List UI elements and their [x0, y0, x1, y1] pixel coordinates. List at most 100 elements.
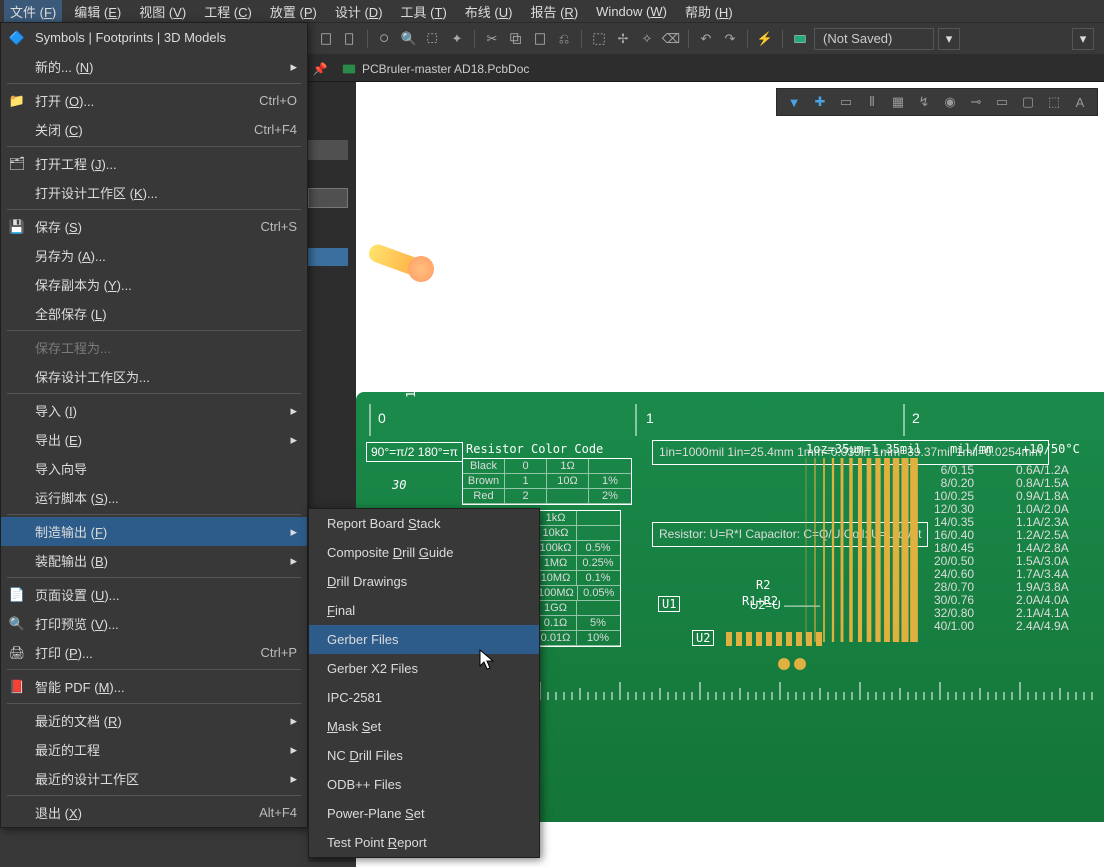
- menu-h[interactable]: 帮助 (H): [679, 0, 739, 23]
- cut-icon[interactable]: ✂: [482, 29, 502, 49]
- file-menu-item[interactable]: 关闭 (C)Ctrl+F4: [1, 115, 307, 144]
- file-menu-item[interactable]: 💾保存 (S)Ctrl+S: [1, 212, 307, 241]
- submenu-item[interactable]: Power-Plane Set: [309, 799, 539, 828]
- submenu-arrow-icon: ▸: [290, 742, 297, 758]
- submenu-arrow-icon: ▸: [290, 553, 297, 569]
- grid-icon[interactable]: ▦: [889, 93, 907, 111]
- file-menu-item[interactable]: 最近的设计工作区▸: [1, 764, 307, 793]
- file-menu-item[interactable]: 保存设计工作区为...: [1, 362, 307, 391]
- file-menu-item[interactable]: 打开设计工作区 (K)...: [1, 178, 307, 207]
- submenu-arrow-icon: ▸: [290, 713, 297, 729]
- file-menu-item: 保存工程为...: [1, 333, 307, 362]
- file-menu-item[interactable]: 装配输出 (B) ▸: [1, 546, 307, 575]
- paste-icon[interactable]: [530, 29, 550, 49]
- file-menu-item[interactable]: 最近的文档 (R)▸: [1, 706, 307, 735]
- file-menu-item[interactable]: 🔷Symbols | Footprints | 3D Models: [1, 23, 307, 52]
- file-menu-item[interactable]: 最近的工程▸: [1, 735, 307, 764]
- rect-icon[interactable]: ▢: [1019, 93, 1037, 111]
- menu-p[interactable]: 放置 (P): [264, 0, 323, 23]
- align-icon[interactable]: ▭: [837, 93, 855, 111]
- zoom-fit-icon[interactable]: [375, 29, 395, 49]
- shortcut: Ctrl+F4: [254, 122, 297, 137]
- submenu-item[interactable]: ODB++ Files: [309, 770, 539, 799]
- run-icon[interactable]: ⚡: [755, 29, 775, 49]
- toolbar-overflow-icon[interactable]: ▾: [1072, 28, 1094, 50]
- menu-d[interactable]: 设计 (D): [329, 0, 389, 23]
- menu-t[interactable]: 工具 (T): [395, 0, 453, 23]
- shortcut: Ctrl+O: [259, 93, 297, 108]
- menu-v[interactable]: 视图 (V): [133, 0, 192, 23]
- file-menu-item[interactable]: 运行脚本 (S)...: [1, 483, 307, 512]
- submenu-item[interactable]: Mask Set: [309, 712, 539, 741]
- active-project-dropdown[interactable]: (Not Saved): [814, 28, 934, 50]
- layer-icon[interactable]: [790, 29, 810, 49]
- file-menu-item[interactable]: 制造输出 (F)▸: [1, 517, 307, 546]
- undo-icon[interactable]: ↶: [696, 29, 716, 49]
- menu-item-label: 装配输出 (B): [35, 551, 108, 570]
- filter-icon[interactable]: ▼: [785, 93, 803, 111]
- submenu-item[interactable]: Final: [309, 596, 539, 625]
- select-rect-icon[interactable]: [589, 29, 609, 49]
- menu-f[interactable]: 文件 (F): [4, 0, 62, 23]
- project-dropdown-arrow-icon[interactable]: ▾: [938, 28, 960, 50]
- menu-item-label: 退出 (X): [35, 803, 82, 822]
- tab-pinned[interactable]: 📌: [310, 54, 330, 81]
- cross-icon[interactable]: ✚: [811, 93, 829, 111]
- file-menu-item[interactable]: 另存为 (A)...: [1, 241, 307, 270]
- submenu-item[interactable]: Gerber Files: [309, 625, 539, 654]
- submenu-item[interactable]: Report Board Stack: [309, 509, 539, 538]
- submenu-item[interactable]: Composite Drill Guide: [309, 538, 539, 567]
- redo-icon[interactable]: ↷: [720, 29, 740, 49]
- submenu-item[interactable]: IPC-2581: [309, 683, 539, 712]
- zoom-in-icon[interactable]: 🔍: [399, 29, 419, 49]
- deselect-icon[interactable]: ✧: [637, 29, 657, 49]
- submenu-label: Test Point Report: [327, 835, 427, 850]
- file-menu-item[interactable]: 导入 (I)▸: [1, 396, 307, 425]
- tab-pcbdoc[interactable]: PCBruler-master AD18.PcbDoc: [332, 54, 539, 81]
- file-menu-item[interactable]: 退出 (X)Alt+F4: [1, 798, 307, 827]
- zoom-area-icon[interactable]: [423, 29, 443, 49]
- menu-u[interactable]: 布线 (U): [459, 0, 519, 23]
- file-menu-item[interactable]: 新的... (N)▸: [1, 52, 307, 81]
- board-icon[interactable]: ▭: [993, 93, 1011, 111]
- origin-marker: [368, 242, 438, 282]
- view-mini-toolbar: ▼ ✚ ▭ ⫴ ▦ ↯ ◉ ⊸ ▭ ▢ ⬚ A: [776, 88, 1098, 116]
- menu-item-label: 最近的设计工作区: [35, 769, 139, 788]
- clear-icon[interactable]: ⌫: [661, 29, 681, 49]
- submenu-item[interactable]: Gerber X2 Files: [309, 654, 539, 683]
- text-icon[interactable]: A: [1071, 93, 1089, 111]
- file-menu-item[interactable]: 🖨打印 (P)...Ctrl+P: [1, 638, 307, 667]
- file-menu-item[interactable]: 导出 (E)▸: [1, 425, 307, 454]
- file-menu-item[interactable]: 导入向导: [1, 454, 307, 483]
- menu-w[interactable]: Window (W): [590, 2, 673, 21]
- menu-item-label: Symbols | Footprints | 3D Models: [35, 30, 226, 45]
- distribute-icon[interactable]: ⫴: [863, 93, 881, 111]
- 3d-icon[interactable]: ⬚: [1045, 93, 1063, 111]
- menu-item-label: 保存工程为...: [35, 338, 111, 357]
- file-menu-item[interactable]: 🔍打印预览 (V)...: [1, 609, 307, 638]
- file-menu-item[interactable]: 📁打开 (O)...Ctrl+O: [1, 86, 307, 115]
- page-icon[interactable]: [340, 29, 360, 49]
- submenu-item[interactable]: Test Point Report: [309, 828, 539, 857]
- file-menu-item[interactable]: 📕智能 PDF (M)...: [1, 672, 307, 701]
- copy-icon[interactable]: [506, 29, 526, 49]
- move-icon[interactable]: ✢: [613, 29, 633, 49]
- file-menu-item[interactable]: 🗂打开工程 (J)...: [1, 149, 307, 178]
- shortcut: Ctrl+P: [261, 645, 297, 660]
- clipboard-icon[interactable]: [316, 29, 336, 49]
- menu-c[interactable]: 工程 (C): [198, 0, 258, 23]
- route-icon[interactable]: ↯: [915, 93, 933, 111]
- via-icon[interactable]: ◉: [941, 93, 959, 111]
- menu-e[interactable]: 编辑 (E): [68, 0, 127, 23]
- file-menu-item[interactable]: 📄页面设置 (U)...: [1, 580, 307, 609]
- zoom-selected-icon[interactable]: ✦: [447, 29, 467, 49]
- panel-search[interactable]: [308, 188, 348, 208]
- key-icon[interactable]: ⊸: [967, 93, 985, 111]
- submenu-item[interactable]: Drill Drawings: [309, 567, 539, 596]
- file-menu-item[interactable]: 保存副本为 (Y)...: [1, 270, 307, 299]
- file-menu-item[interactable]: 全部保存 (L): [1, 299, 307, 328]
- submenu-item[interactable]: NC Drill Files: [309, 741, 539, 770]
- menu-r[interactable]: 报告 (R): [524, 0, 584, 23]
- panel-selected-item[interactable]: [308, 248, 348, 266]
- rubber-stamp-icon[interactable]: ⎌: [554, 29, 574, 49]
